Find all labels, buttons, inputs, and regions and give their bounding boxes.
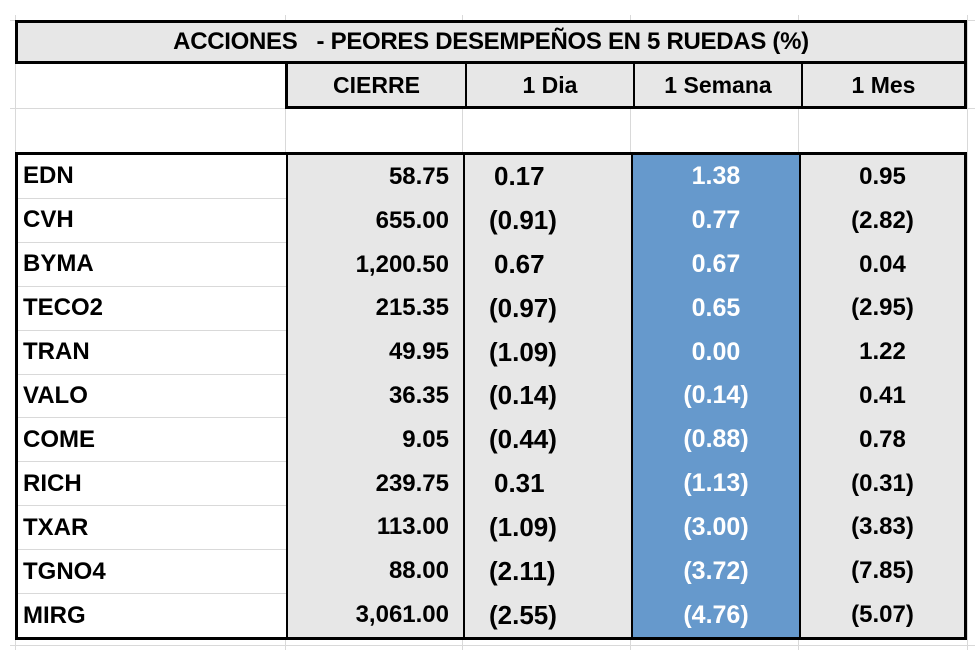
cierre-cell: 58.75 bbox=[388, 162, 449, 190]
ticker-cell: BYMA bbox=[18, 243, 286, 287]
cierre-cell: 88.00 bbox=[388, 557, 449, 585]
mes-change-cell: (3.83) bbox=[851, 513, 914, 541]
header-cierre: CIERRE bbox=[333, 71, 420, 98]
sheet-gridline bbox=[967, 15, 968, 650]
table-title: ACCIONES - PEORES DESEMPEÑOS EN 5 RUEDAS… bbox=[15, 20, 967, 64]
dia-change-cell: (2.55) bbox=[489, 599, 557, 630]
column-header-row: CIERRE 1 Dia 1 Semana 1 Mes bbox=[285, 64, 967, 109]
ticker-cell: CVH bbox=[18, 199, 286, 243]
semana-change-cell: 1.38 bbox=[691, 162, 741, 191]
ticker-cell: COME bbox=[18, 418, 286, 463]
header-1-mes: 1 Mes bbox=[801, 64, 964, 106]
semana-change-cell: (3.72) bbox=[683, 556, 749, 585]
mes-change-cell: 1.22 bbox=[859, 338, 906, 366]
mes-change-cell: 0.78 bbox=[859, 425, 906, 453]
dia-column: 0.17 (0.91) 0.67 (0.97) (1.09) (0.14) (0.44) 0.… bbox=[463, 155, 631, 637]
semana-change-cell: 0.00 bbox=[691, 337, 741, 366]
mes-change-cell: (5.07) bbox=[851, 601, 914, 629]
semana-change-cell: (0.14) bbox=[683, 381, 749, 410]
mes-change-cell: 0.41 bbox=[859, 381, 906, 409]
cierre-cell: 9.05 bbox=[402, 425, 449, 453]
dia-change-cell: (0.91) bbox=[489, 205, 557, 236]
ticker-cell: VALO bbox=[18, 375, 286, 419]
semana-change-cell: 0.67 bbox=[691, 250, 741, 279]
header-1-semana: 1 Semana bbox=[633, 64, 801, 106]
cierre-cell: 215.35 bbox=[375, 294, 449, 322]
dia-change-cell: (1.09) bbox=[489, 511, 557, 542]
ticker-column: EDN CVH BYMA TECO2 TRAN VALO COME RICH TXAR TGNO4… bbox=[18, 155, 286, 637]
semana-change-cell: 0.77 bbox=[691, 206, 741, 235]
ticker-cell: EDN bbox=[18, 155, 286, 199]
mes-change-cell: 0.04 bbox=[859, 250, 906, 278]
semana-change-cell: 0.65 bbox=[691, 293, 741, 322]
dia-change-cell: (2.11) bbox=[489, 555, 556, 586]
cierre-cell: 49.95 bbox=[388, 338, 449, 366]
cierre-cell: 36.35 bbox=[388, 381, 449, 409]
semana-change-cell: (4.76) bbox=[683, 600, 749, 629]
ticker-cell: RICH bbox=[18, 462, 286, 507]
dia-change-cell: 0.17 bbox=[494, 161, 545, 192]
ticker-cell: TRAN bbox=[18, 331, 286, 375]
mes-change-cell: (0.31) bbox=[851, 469, 914, 497]
cierre-cell: 239.75 bbox=[375, 469, 449, 497]
dia-change-cell: (0.97) bbox=[489, 292, 557, 323]
cierre-cell: 113.00 bbox=[376, 513, 449, 541]
semana-change-cell: (0.88) bbox=[683, 425, 749, 454]
cierre-cell: 3,061.00 bbox=[355, 601, 449, 629]
mes-column: 0.95 (2.82) 0.04 (2.95) 1.22 0.41 0.78 (0.31) (3… bbox=[799, 155, 964, 637]
cierre-cell: 1,200.50 bbox=[355, 250, 449, 278]
mes-change-cell: (7.85) bbox=[851, 557, 914, 585]
ticker-cell: MIRG bbox=[23, 601, 86, 629]
mes-change-cell: (2.95) bbox=[851, 294, 914, 322]
header-1-dia: 1 Dia bbox=[465, 64, 633, 106]
mes-change-cell: 0.95 bbox=[859, 162, 906, 190]
dia-change-cell: (0.44) bbox=[489, 424, 557, 455]
dia-change-cell: 0.67 bbox=[494, 249, 545, 280]
semana-change-cell: (3.00) bbox=[683, 512, 749, 541]
semana-column: 1.38 0.77 0.67 0.65 0.00 (0.14) (0.88) (1.13) (3… bbox=[631, 155, 799, 637]
performance-table: EDN CVH BYMA TECO2 TRAN VALO COME RICH TXAR TGNO4… bbox=[15, 152, 967, 640]
semana-change-cell: (1.13) bbox=[683, 469, 749, 498]
ticker-cell: TXAR bbox=[18, 506, 286, 551]
ticker-cell: TGNO4 bbox=[18, 550, 286, 595]
cierre-column: 58.75 655.00 1,200.50 215.35 49.95 36.35 9.05 2… bbox=[286, 155, 463, 637]
ticker-cell: TECO2 bbox=[18, 287, 286, 331]
dia-change-cell: (0.14) bbox=[489, 380, 557, 411]
dia-change-cell: 0.31 bbox=[494, 468, 545, 499]
mes-change-cell: (2.82) bbox=[851, 206, 914, 234]
sheet-gridline bbox=[10, 645, 975, 646]
dia-change-cell: (1.09) bbox=[489, 336, 557, 367]
cierre-cell: 655.00 bbox=[375, 206, 449, 234]
